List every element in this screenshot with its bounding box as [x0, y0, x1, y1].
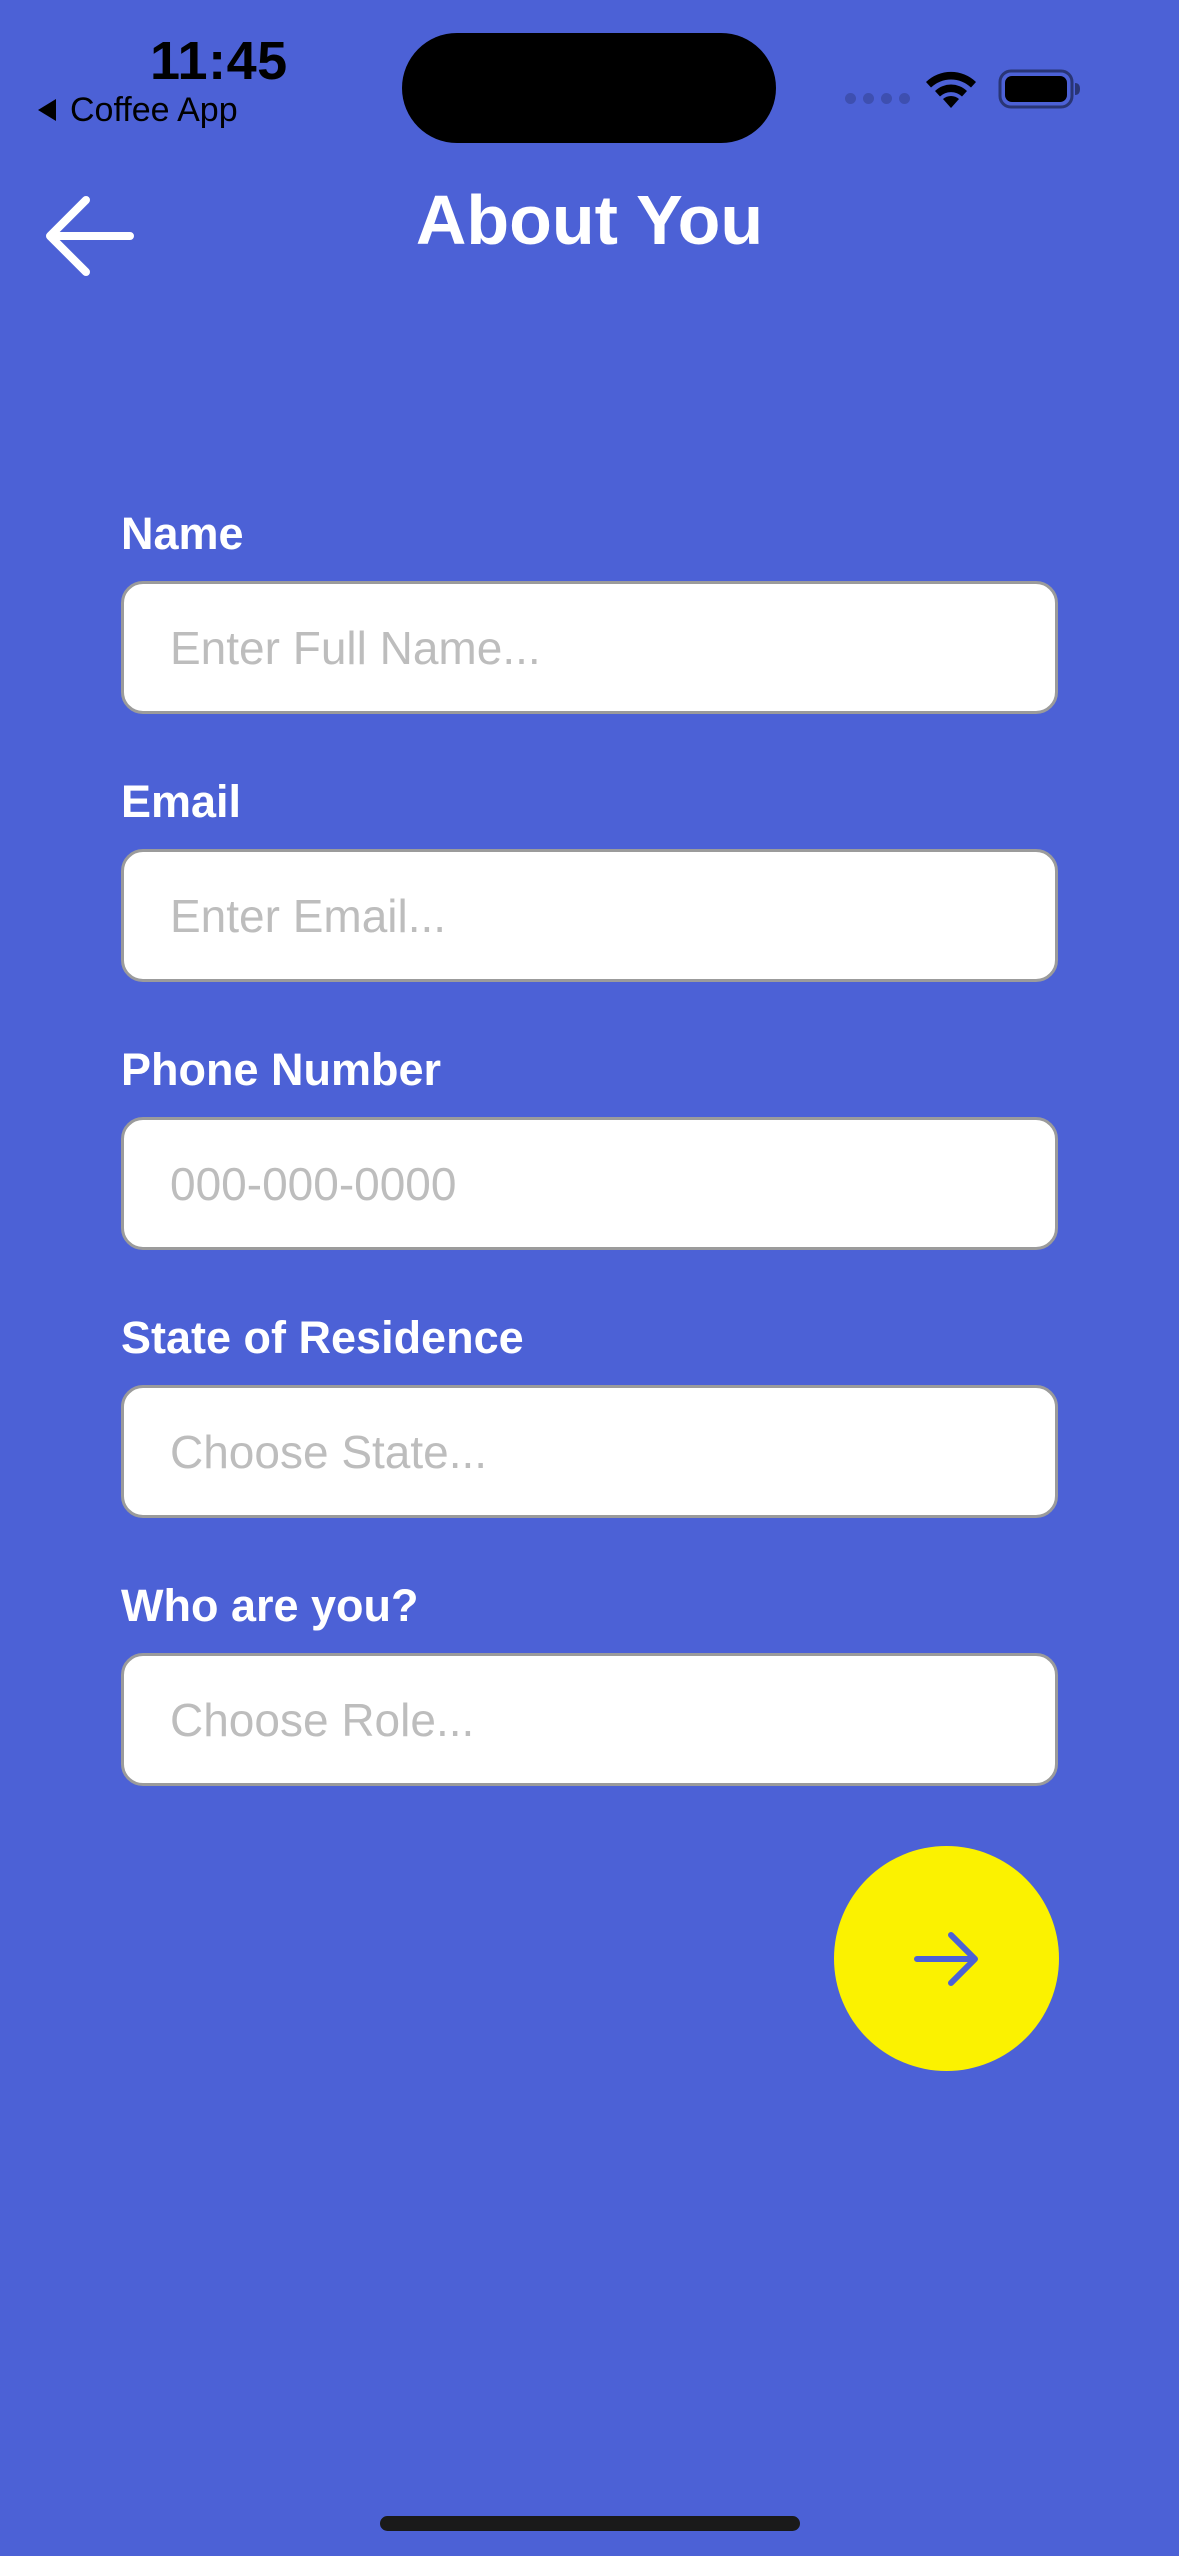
dynamic-island [402, 33, 776, 143]
state-select[interactable] [121, 1385, 1058, 1518]
phone-number-label: Phone Number [121, 1044, 442, 1095]
email-input[interactable] [121, 849, 1058, 982]
role-select[interactable] [121, 1653, 1058, 1786]
phone-number-input[interactable] [121, 1117, 1058, 1250]
cellular-signal-icon [845, 93, 910, 104]
name-input[interactable] [121, 581, 1058, 714]
status-time: 11:45 [150, 31, 288, 91]
back-triangle-icon [38, 99, 56, 121]
status-back-to-app[interactable]: Coffee App [38, 90, 238, 130]
arrow-right-icon [913, 1931, 978, 1986]
status-back-app-label: Coffee App [70, 90, 238, 129]
name-label: Name [121, 508, 244, 559]
home-indicator[interactable] [380, 2516, 800, 2531]
role-label: Who are you? [121, 1580, 419, 1631]
battery-icon [998, 69, 1080, 109]
wifi-icon [926, 71, 976, 108]
next-button[interactable] [834, 1846, 1059, 2071]
state-label: State of Residence [121, 1312, 524, 1363]
page-title: About You [415, 181, 764, 259]
email-label: Email [121, 776, 242, 827]
